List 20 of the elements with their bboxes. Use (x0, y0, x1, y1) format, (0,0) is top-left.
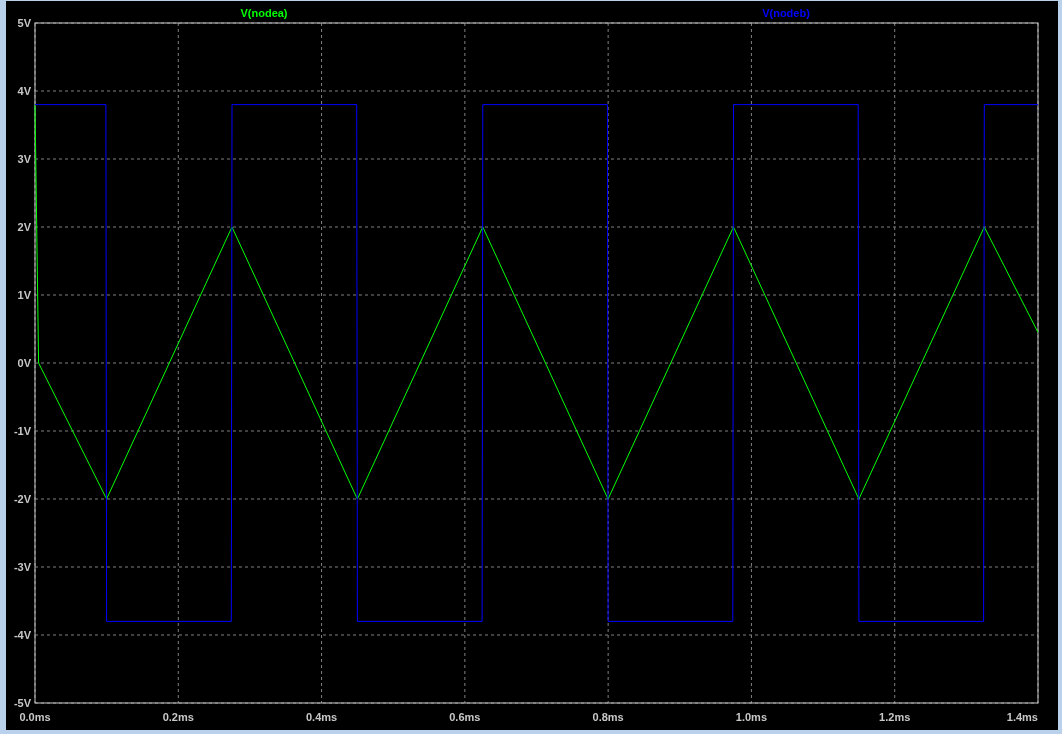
x-axis-label: 0.4ms (305, 711, 338, 723)
y-axis-label: -2V (13, 493, 31, 505)
trace-legend[interactable]: V(nodea) (240, 7, 288, 19)
x-axis-label: 1.2ms (879, 711, 911, 723)
x-axis-label: 0.6ms (449, 711, 481, 723)
x-axis-label: 1.4ms (1006, 711, 1038, 723)
y-axis-label: -3V (13, 561, 31, 573)
x-axis-label: 0.0ms (19, 711, 51, 723)
y-axis-label: -1V (13, 425, 31, 437)
y-axis-label: 0V (17, 357, 31, 369)
y-axis-label: 1V (17, 289, 31, 301)
x-axis-label: 0.2ms (162, 711, 194, 723)
y-axis-label: -5V (13, 697, 31, 709)
y-axis-label: 2V (17, 221, 31, 233)
x-axis-label: 0.8ms (592, 711, 624, 723)
x-axis-label: 1.0ms (735, 711, 768, 723)
y-axis-label: 3V (17, 153, 31, 165)
y-axis-label: 4V (17, 85, 31, 97)
y-axis-label: -4V (13, 629, 31, 641)
y-axis-label: 5V (17, 17, 31, 29)
